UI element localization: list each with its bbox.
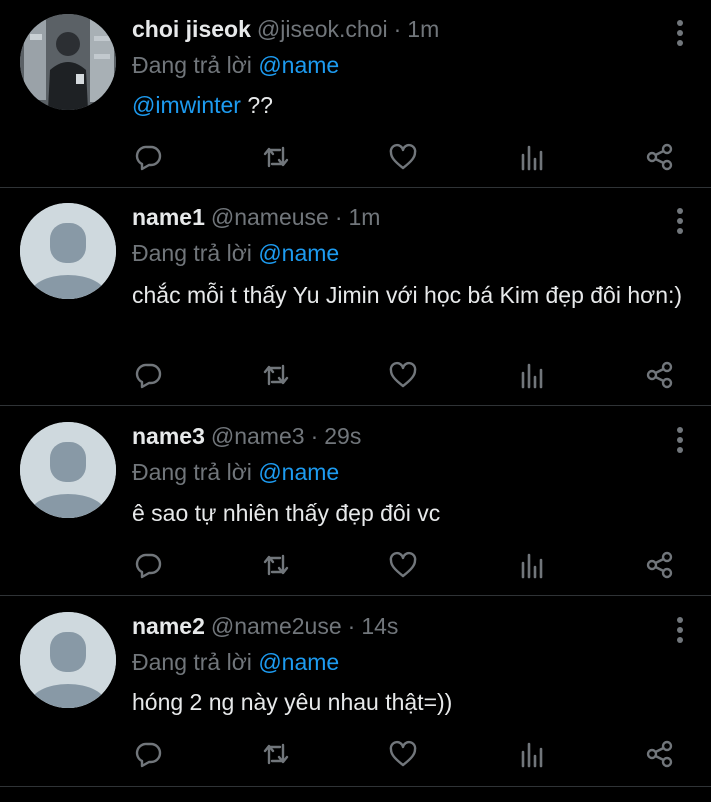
views-icon[interactable] [517, 142, 547, 172]
views-icon[interactable] [517, 360, 547, 390]
mention-link[interactable]: @imwinter [132, 92, 241, 118]
avatar-photo [20, 14, 116, 110]
share-icon[interactable] [645, 142, 675, 172]
views-icon[interactable] [517, 550, 547, 580]
like-icon[interactable] [388, 739, 418, 769]
share-icon[interactable] [645, 550, 675, 580]
replying-to-label: Đang trả lời [132, 52, 252, 78]
share-icon[interactable] [645, 739, 675, 769]
action-bar [132, 739, 683, 769]
like-icon[interactable] [388, 550, 418, 580]
tweet-text: ê sao tự nhiên thấy đẹp đôi vc [132, 500, 441, 526]
replying-to: Đang trả lời @name [132, 459, 339, 486]
avatar[interactable] [20, 612, 116, 708]
default-avatar-icon [20, 203, 116, 299]
tweet-body: ?? [240, 92, 273, 118]
more-options-icon[interactable] [671, 18, 689, 48]
like-icon[interactable] [388, 142, 418, 172]
action-bar [132, 142, 683, 172]
separator: · [310, 423, 319, 449]
display-name[interactable]: choi jiseok [132, 16, 251, 43]
timestamp[interactable]: 1m [407, 16, 439, 43]
replying-to-mention[interactable]: @name [258, 649, 339, 675]
display-name[interactable]: name3 [132, 423, 205, 450]
action-bar [132, 550, 683, 580]
reply-feed: choi jiseok @jiseok.choi · 1m Đang trả l… [0, 0, 711, 787]
tweet[interactable]: name3 @name3 · 29s Đang trả lời @name ê … [0, 406, 711, 596]
tweet-header: name3 @name3 · 29s [132, 423, 651, 457]
tweet-text: chắc mỗi t thấy Yu Jimin với học bá Kim … [132, 282, 683, 308]
separator: · [334, 204, 343, 230]
retweet-icon[interactable] [261, 360, 291, 390]
action-bar [132, 360, 683, 390]
replying-to-mention[interactable]: @name [258, 52, 339, 78]
tweet-text: hóng 2 ng này yêu nhau thật=)) [132, 689, 453, 715]
tweet-header: name1 @nameuse · 1m [132, 204, 651, 238]
views-icon[interactable] [517, 739, 547, 769]
tweet[interactable]: name2 @name2use · 14s Đang trả lời @name… [0, 596, 711, 787]
replying-to: Đang trả lời @name [132, 240, 339, 267]
share-icon[interactable] [645, 360, 675, 390]
tweet[interactable]: choi jiseok @jiseok.choi · 1m Đang trả l… [0, 0, 711, 188]
retweet-icon[interactable] [261, 550, 291, 580]
default-avatar-icon [20, 422, 116, 518]
retweet-icon[interactable] [261, 142, 291, 172]
retweet-icon[interactable] [261, 739, 291, 769]
replying-to-label: Đang trả lời [132, 459, 252, 485]
display-name[interactable]: name2 [132, 613, 205, 640]
handle[interactable]: @jiseok.choi [257, 16, 388, 43]
tweet-header: choi jiseok @jiseok.choi · 1m [132, 16, 651, 50]
timestamp[interactable]: 1m [349, 204, 381, 231]
avatar[interactable] [20, 422, 116, 518]
avatar[interactable] [20, 14, 116, 110]
avatar[interactable] [20, 203, 116, 299]
handle[interactable]: @name2use [211, 613, 342, 640]
handle[interactable]: @name3 [211, 423, 305, 450]
separator: · [393, 16, 402, 42]
tweet-text: @imwinter ?? [132, 89, 691, 121]
more-options-icon[interactable] [671, 206, 689, 236]
tweet[interactable]: name1 @nameuse · 1m Đang trả lời @name c… [0, 188, 711, 406]
reply-icon[interactable] [134, 739, 164, 769]
more-options-icon[interactable] [671, 615, 689, 645]
replying-to-label: Đang trả lời [132, 240, 252, 266]
like-icon[interactable] [388, 360, 418, 390]
replying-to-label: Đang trả lời [132, 649, 252, 675]
replying-to-mention[interactable]: @name [258, 240, 339, 266]
reply-icon[interactable] [134, 360, 164, 390]
timestamp[interactable]: 29s [324, 423, 361, 450]
display-name[interactable]: name1 [132, 204, 205, 231]
separator: · [347, 613, 356, 639]
timestamp[interactable]: 14s [361, 613, 398, 640]
handle[interactable]: @nameuse [211, 204, 329, 231]
replying-to-mention[interactable]: @name [258, 459, 339, 485]
more-options-icon[interactable] [671, 425, 689, 455]
default-avatar-icon [20, 612, 116, 708]
replying-to: Đang trả lời @name [132, 52, 339, 79]
reply-icon[interactable] [134, 550, 164, 580]
replying-to: Đang trả lời @name [132, 649, 339, 676]
tweet-header: name2 @name2use · 14s [132, 613, 651, 647]
reply-icon[interactable] [134, 142, 164, 172]
